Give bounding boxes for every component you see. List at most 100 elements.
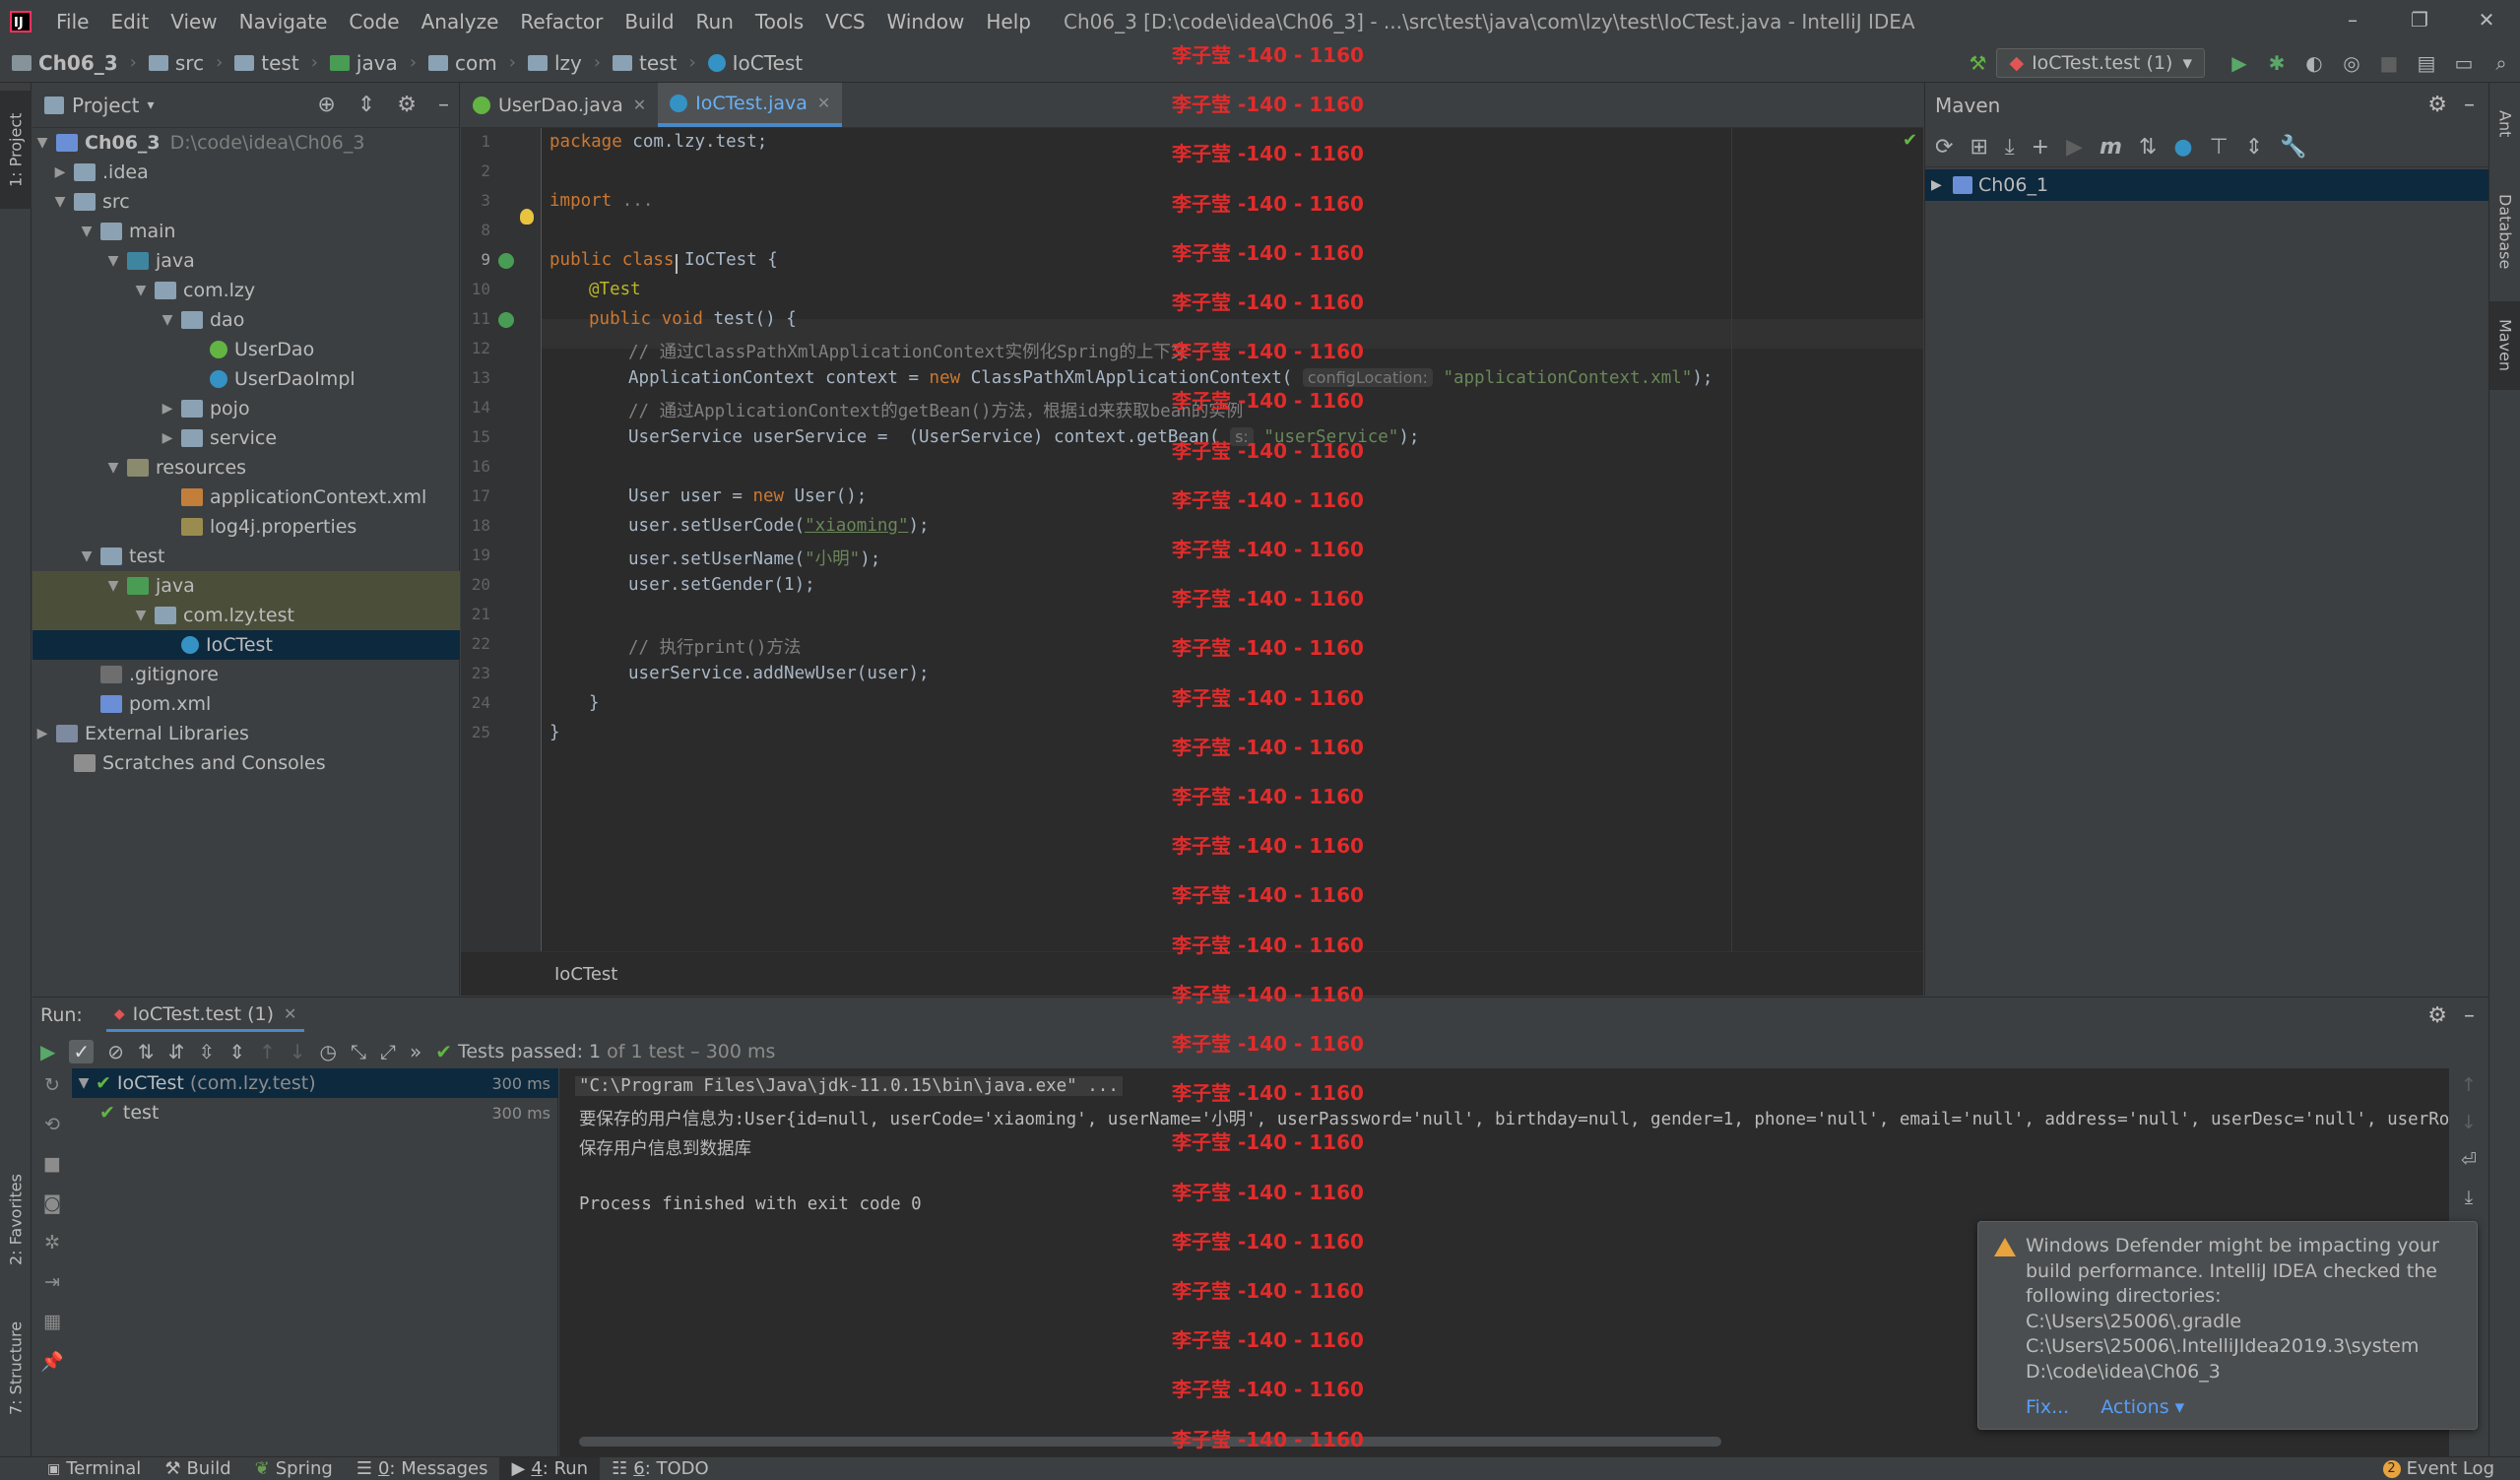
tree-item-idea[interactable]: ▶ .idea [32, 158, 460, 187]
breadcrumb-java[interactable]: java › [318, 51, 417, 75]
wrench-icon[interactable]: 🔧 [2280, 135, 2306, 160]
next-test-icon[interactable]: ↓ [290, 1040, 306, 1063]
tree-item-resources[interactable]: ▼ resources [32, 453, 460, 483]
messages-tab[interactable]: ☰ 0: Messages [345, 1457, 500, 1480]
editor-breadcrumb[interactable]: IoCTest [461, 951, 1923, 996]
skip-tests-icon[interactable]: ● [2173, 135, 2192, 160]
tree-item-main[interactable]: ▼ main [32, 217, 460, 246]
tree-item-external-libraries[interactable]: ▶ External Libraries [32, 719, 460, 748]
hide-icon[interactable]: – [438, 93, 449, 117]
breadcrumb-test[interactable]: test › [223, 51, 318, 75]
show-ignored-icon[interactable]: ⊘ [107, 1040, 124, 1063]
close-icon[interactable]: ✕ [633, 96, 646, 114]
import-tests-icon[interactable]: ⤡ [351, 1040, 366, 1063]
collapse-all-icon[interactable]: ⇕ [357, 93, 375, 117]
breadcrumb-lzy[interactable]: lzy › [516, 51, 601, 75]
menu-view[interactable]: View [160, 10, 227, 33]
menu-refactor[interactable]: Refactor [509, 10, 614, 33]
soft-wrap-icon[interactable]: ⏎ [2461, 1149, 2477, 1171]
debug-icon[interactable]: ✱ [2264, 50, 2290, 76]
expand-all-icon[interactable]: ⇳ [198, 1040, 215, 1063]
tree-item-com-lzy[interactable]: ▼ com.lzy [32, 276, 460, 305]
coverage-icon[interactable]: ◐ [2301, 50, 2327, 76]
rerun-icon[interactable]: ▶ [40, 1040, 55, 1063]
settings-icon[interactable]: ✲ [44, 1232, 60, 1254]
menu-code[interactable]: Code [338, 10, 410, 33]
tree-item-gitignore[interactable]: .gitignore [32, 660, 460, 689]
gear-icon[interactable]: ⚙ [397, 93, 417, 117]
terminal-tab[interactable]: ▣ Terminal [35, 1457, 153, 1480]
stop-icon[interactable]: ■ [43, 1153, 61, 1175]
actions-link[interactable]: Actions ▾ [2100, 1396, 2184, 1418]
todo-tab[interactable]: ☷ 6: TODO [600, 1457, 721, 1480]
menu-analyze[interactable]: Analyze [411, 10, 510, 33]
code-text-area[interactable]: package com.lzy.test; import ... public … [461, 128, 1923, 951]
run-tab[interactable]: ◆ IoCTest.test (1) ✕ [105, 998, 305, 1032]
tree-item-test[interactable]: ▼ test [32, 542, 460, 571]
restore-button[interactable]: ❐ [2386, 0, 2453, 43]
menu-navigate[interactable]: Navigate [228, 10, 339, 33]
previous-test-icon[interactable]: ↑ [259, 1040, 276, 1063]
layout-icon[interactable]: ▦ [43, 1311, 61, 1332]
add-icon[interactable]: + [2032, 135, 2049, 160]
download-icon[interactable]: ⤓ [2005, 135, 2015, 160]
stop-icon[interactable]: ■ [2376, 50, 2402, 76]
build-tab[interactable]: ⚒ Build [153, 1457, 242, 1480]
chevron-down-icon[interactable]: ▼ [72, 1075, 96, 1091]
close-icon[interactable]: ✕ [284, 1004, 296, 1023]
tree-item-userdao[interactable]: UserDao [32, 335, 460, 364]
minimize-button[interactable]: – [2319, 0, 2386, 43]
tree-item-userdaoimpl[interactable]: UserDaoImpl [32, 364, 460, 394]
run-icon[interactable]: ▶ [2066, 135, 2083, 160]
tree-item-main-java[interactable]: ▼ java [32, 246, 460, 276]
tool-tab-database[interactable]: Database [2489, 177, 2520, 286]
chevron-down-icon[interactable]: ▾ [147, 97, 154, 113]
rerun-failed-icon[interactable]: ↻ [44, 1074, 60, 1096]
execute-goal-icon[interactable]: m [2100, 135, 2122, 160]
tool-tab-ant[interactable]: Ant [2489, 95, 2520, 154]
search-icon[interactable]: ⌕ [2488, 50, 2514, 76]
console-line[interactable]: "C:\Program Files\Java\jdk-11.0.15\bin\j… [575, 1076, 1123, 1096]
tree-item-pojo[interactable]: ▶ pojo [32, 394, 460, 423]
profiler-icon[interactable]: ◎ [2339, 50, 2364, 76]
breadcrumb-com[interactable]: com › [417, 51, 516, 75]
tool-tab-maven[interactable]: Maven [2489, 301, 2520, 390]
tree-item-test-java[interactable]: ▼ java [32, 571, 460, 601]
project-view-selector[interactable]: Project [72, 94, 139, 117]
run-tab[interactable]: ▶ 4: Run [499, 1456, 601, 1480]
scroll-up-icon[interactable]: ↑ [2461, 1074, 2477, 1096]
locate-icon[interactable]: ⊕ [317, 93, 335, 117]
menu-edit[interactable]: Edit [99, 10, 160, 33]
chevron-right-icon[interactable]: ▶ [1931, 177, 1953, 193]
scroll-to-end-icon[interactable]: ⤓ [2465, 1187, 2473, 1208]
history-icon[interactable]: ◷ [320, 1040, 337, 1063]
tree-item-scratches[interactable]: Scratches and Consoles [32, 748, 460, 778]
collapse-all-icon[interactable]: ⇕ [228, 1040, 245, 1063]
tree-item-service[interactable]: ▶ service [32, 423, 460, 453]
menu-build[interactable]: Build [614, 10, 684, 33]
tree-item-applicationcontext-xml[interactable]: applicationContext.xml [32, 483, 460, 512]
more-icon[interactable]: » [410, 1040, 421, 1063]
tree-item-pom-xml[interactable]: pom.xml [32, 689, 460, 719]
close-button[interactable]: ✕ [2453, 0, 2520, 43]
layout-icon[interactable]: ▭ [2451, 50, 2477, 76]
toggle-auto-test-icon[interactable]: ⟲ [44, 1114, 60, 1135]
run-configuration-select[interactable]: ◆ IoCTest.test (1) ▾ [1996, 48, 2205, 78]
menu-vcs[interactable]: VCS [814, 10, 875, 33]
build-hammer-icon[interactable]: ⚒ [1965, 50, 1990, 76]
event-log-tab[interactable]: 2 Event Log [2371, 1457, 2506, 1480]
breadcrumb-project[interactable]: Ch06_3 › [0, 51, 137, 75]
tree-item-com-lzy-test[interactable]: ▼ com.lzy.test [32, 601, 460, 630]
spring-tab[interactable]: ❦ Spring [243, 1457, 345, 1480]
test-method-row[interactable]: ✔ test 300 ms [72, 1098, 558, 1127]
tree-item-project-root[interactable]: ▼ Ch06_3 D:\code\idea\Ch06_3 [32, 128, 460, 158]
breadcrumb-class[interactable]: IoCTest [696, 51, 803, 75]
show-dependencies-icon[interactable]: ⊤ [2210, 135, 2229, 160]
pin-icon[interactable]: 📌 [40, 1350, 64, 1373]
export-tests-icon[interactable]: ⤢ [380, 1040, 396, 1063]
tree-item-ioctest[interactable]: IoCTest [32, 630, 460, 660]
tab-ioctest-java[interactable]: IoCTest.java ✕ [658, 83, 843, 127]
tree-item-log4j-properties[interactable]: log4j.properties [32, 512, 460, 542]
menu-file[interactable]: File [45, 10, 99, 33]
horizontal-scrollbar[interactable] [579, 1437, 1721, 1447]
